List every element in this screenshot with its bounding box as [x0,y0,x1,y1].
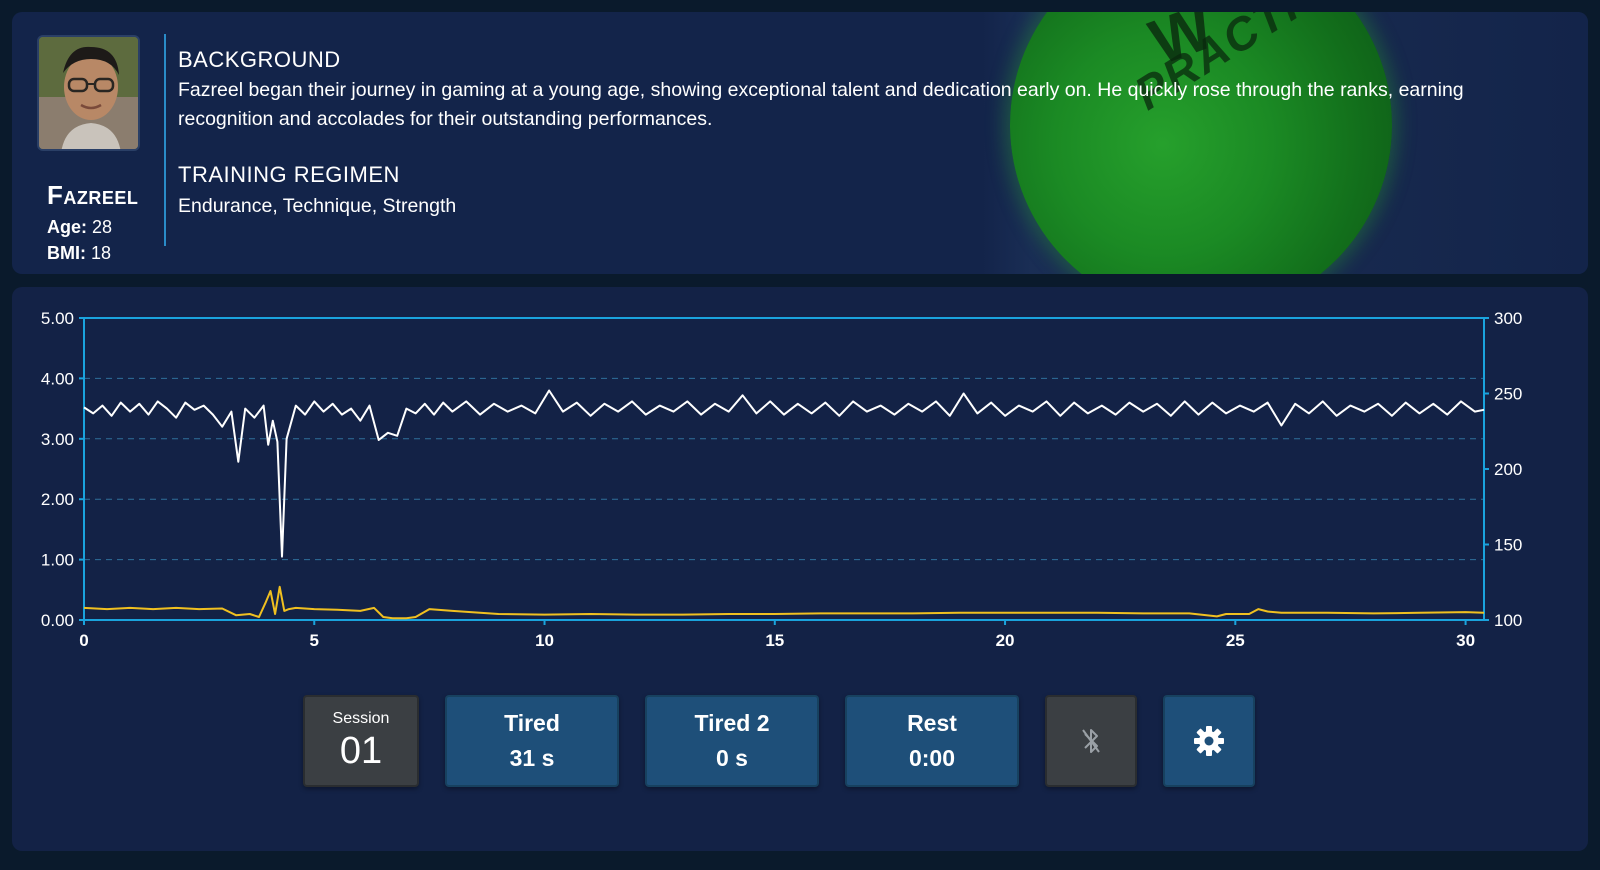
series-line-0 [83,389,1485,558]
tired2-value: 0 s [716,745,748,771]
plot-frame [83,317,1485,621]
x-tick-label: 10 [535,631,554,650]
background-text: Fazreel began their journey in gaming at… [178,79,1464,130]
y-left-tick-label: 4.00 [41,369,74,388]
age-value: 28 [92,217,113,237]
gear-icon [1194,726,1224,756]
age-stat: Age: 28 [47,217,112,238]
y-right-tick-label: 300 [1494,309,1522,328]
session-button[interactable]: Session 01 [303,695,419,787]
avatar [37,35,140,151]
settings-button[interactable] [1163,695,1255,787]
y-left-tick-label: 2.00 [41,490,74,509]
rest-label: Rest [907,710,957,736]
rest-value: 0:00 [908,745,956,771]
tired-value: 31 s [509,745,555,771]
x-tick-label: 5 [310,631,319,650]
tennis-ball-image: W PRACTICE [982,12,1588,274]
y-left-tick-label: 3.00 [41,430,74,449]
profile-panel: W PRACTICE Fazreel Age: 28 BMI: 18 BACKG… [12,12,1588,274]
training-text: Endurance, Technique, Strength [178,195,457,217]
bluetooth-disabled-icon [1082,729,1100,753]
tired2-button[interactable]: Tired 2 0 s [645,695,819,787]
y-right-tick-label: 200 [1494,460,1522,479]
x-tick-label: 20 [996,631,1015,650]
series-line-1 [83,585,1485,620]
tired2-label: Tired 2 [694,710,770,736]
y-right-tick-label: 150 [1494,536,1522,555]
bmi-value: 18 [91,243,112,263]
session-value: 01 [339,729,383,772]
x-tick-label: 30 [1456,631,1475,650]
x-tick-label: 0 [79,631,88,650]
tired-button[interactable]: Tired 31 s [445,695,619,787]
bmi-label: BMI: [47,243,86,263]
y-right-tick-label: 100 [1494,611,1522,630]
profile-divider [164,34,166,246]
tired-label: Tired [504,710,560,736]
chart-panel: 0.00 1.00 2.00 3.00 4.00 5.00 100 150 200 250 300 0… [12,287,1588,851]
x-tick-label: 15 [765,631,784,650]
rest-button[interactable]: Rest 0:00 [845,695,1019,787]
y-left-tick-label: 0.00 [41,611,74,630]
profile-name: Fazreel [47,180,139,210]
training-title: TRAINING REGIMEN [178,162,400,187]
y-left-tick-label: 1.00 [41,551,74,570]
session-label: Session [332,709,390,727]
age-label: Age: [47,217,87,237]
line-chart: 0.00 1.00 2.00 3.00 4.00 5.00 100 150 200 250 300 0… [41,309,1522,650]
bluetooth-button[interactable] [1045,695,1137,787]
x-tick-label: 25 [1226,631,1245,650]
y-left-tick-label: 5.00 [41,309,74,328]
bmi-stat: BMI: 18 [47,243,111,264]
y-right-tick-label: 250 [1494,385,1522,404]
background-title: BACKGROUND [178,47,341,72]
